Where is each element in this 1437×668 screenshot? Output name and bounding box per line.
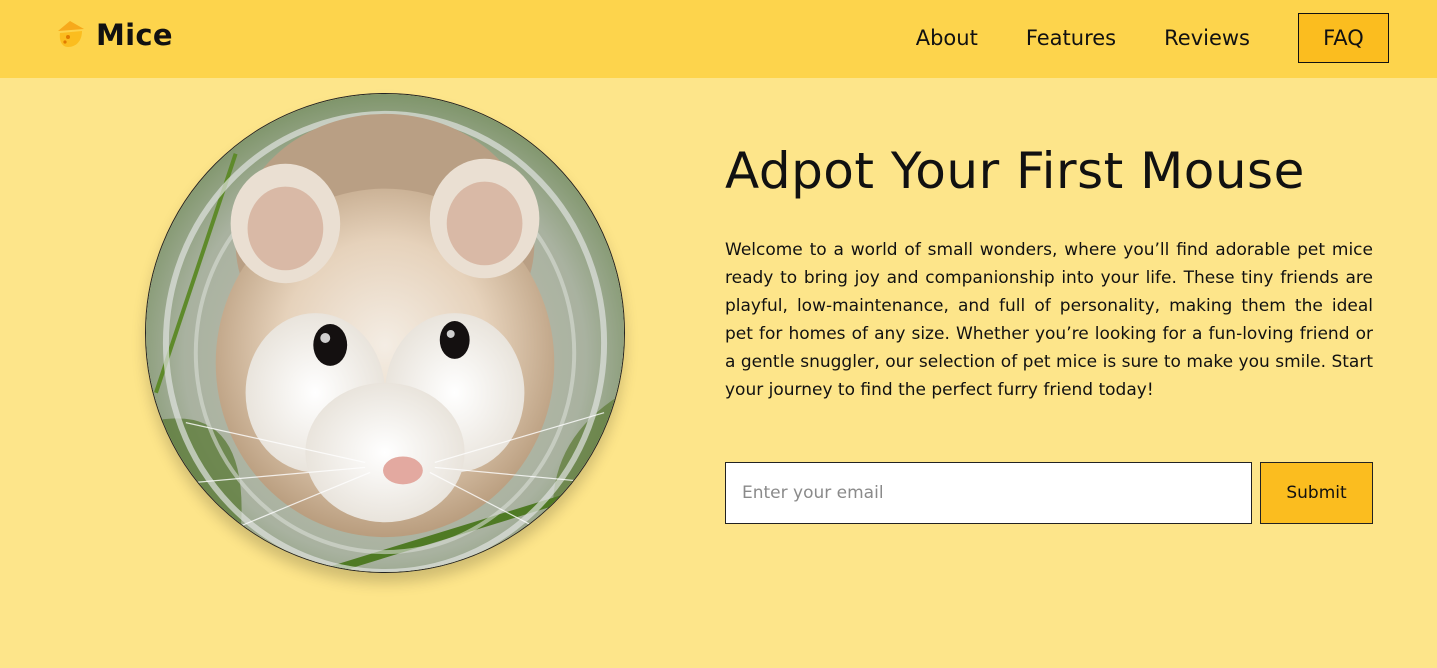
- navbar: Mice About Features Reviews FAQ: [0, 0, 1437, 78]
- brand-logo[interactable]: Mice: [56, 18, 173, 52]
- nav-links: About Features Reviews FAQ: [916, 13, 1389, 63]
- submit-button[interactable]: Submit: [1260, 462, 1373, 524]
- hamster-photo: [146, 94, 624, 572]
- brand-name: Mice: [96, 18, 173, 52]
- nav-link-reviews[interactable]: Reviews: [1164, 13, 1250, 63]
- nav-link-about[interactable]: About: [916, 13, 978, 63]
- email-input[interactable]: [725, 462, 1252, 524]
- hero-title: Adpot Your First Mouse: [725, 142, 1305, 200]
- hero-description: Welcome to a world of small wonders, whe…: [725, 240, 1373, 400]
- faq-button[interactable]: FAQ: [1298, 13, 1389, 63]
- nav-link-features[interactable]: Features: [1026, 13, 1116, 63]
- mouse-logo-icon: [58, 21, 84, 47]
- hero-image: [145, 93, 625, 573]
